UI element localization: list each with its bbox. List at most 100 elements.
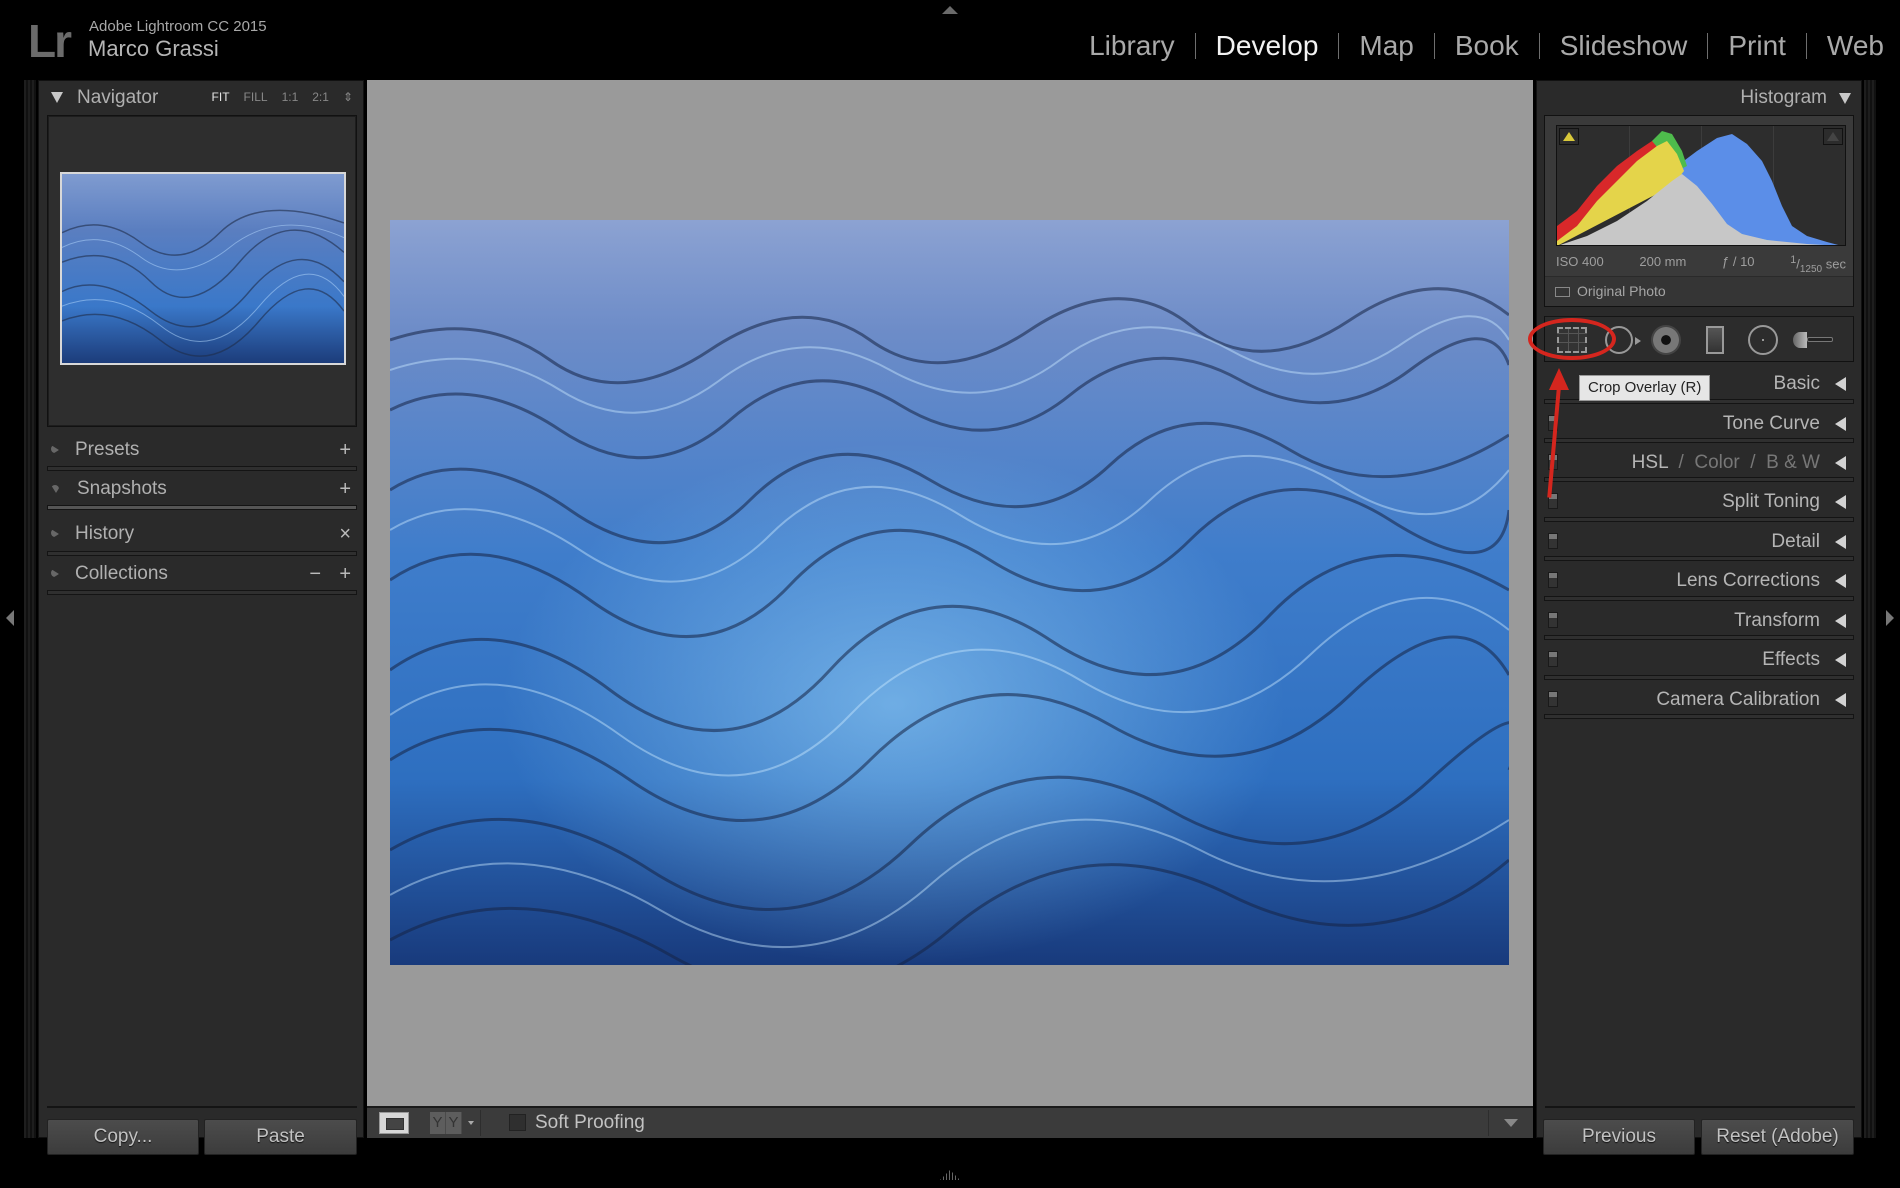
- zoom-2-1[interactable]: 2:1: [312, 90, 329, 104]
- soft-proofing-label[interactable]: Soft Proofing: [535, 1112, 645, 1134]
- brush-bristle: [1793, 332, 1807, 348]
- panel-toggle-switch[interactable]: [1548, 572, 1558, 588]
- crop-overlay-tooltip: Crop Overlay (R): [1579, 375, 1711, 401]
- transform-section[interactable]: Transform: [1544, 604, 1854, 638]
- toolbar-options-dropdown-icon[interactable]: [1504, 1119, 1518, 1127]
- module-web[interactable]: Web: [1827, 30, 1884, 62]
- loupe-view-button[interactable]: [379, 1112, 409, 1134]
- iso-value: ISO 400: [1556, 254, 1604, 269]
- module-slideshow[interactable]: Slideshow: [1560, 30, 1688, 62]
- camera-calibration-section[interactable]: Camera Calibration: [1544, 683, 1854, 717]
- left-panel-edge-handle[interactable]: [24, 80, 36, 1138]
- aperture-value: ƒ / 10: [1722, 254, 1755, 269]
- collections-label: Collections: [75, 563, 168, 584]
- section-divider: [47, 551, 357, 556]
- before-after-right: Y: [446, 1112, 462, 1134]
- module-separator: [1805, 33, 1807, 59]
- tone-curve-section[interactable]: Tone Curve: [1544, 407, 1854, 441]
- toolbar-separator: [1488, 1110, 1489, 1136]
- right-panel-edge-handle[interactable]: [1864, 80, 1876, 1138]
- hsl-tabs: HSL / Color / B & W: [1631, 452, 1820, 473]
- navigator-header[interactable]: Navigator FIT FILL 1:1 2:1 ⇕: [39, 81, 363, 114]
- copy-settings-button[interactable]: Copy...: [47, 1119, 199, 1155]
- history-section[interactable]: History ×: [47, 519, 357, 549]
- clear-history-icon[interactable]: ×: [339, 523, 351, 546]
- image-canvas[interactable]: [367, 80, 1533, 1106]
- module-book[interactable]: Book: [1455, 30, 1519, 62]
- collapse-triangle-icon: [1835, 377, 1846, 391]
- expand-triangle-icon: [51, 92, 63, 103]
- shadow-clipping-indicator[interactable]: [1559, 128, 1579, 145]
- history-label: History: [75, 523, 135, 544]
- add-snapshot-icon[interactable]: +: [339, 478, 351, 501]
- histogram-plot[interactable]: [1556, 125, 1846, 246]
- histogram-header[interactable]: Histogram: [1740, 87, 1851, 109]
- navigator-thumbnail[interactable]: [60, 172, 346, 365]
- tab-bw[interactable]: B & W: [1766, 452, 1820, 473]
- divider: [47, 1106, 357, 1108]
- before-after-button[interactable]: Y Y: [430, 1112, 462, 1134]
- panel-toggle-switch[interactable]: [1548, 651, 1558, 667]
- lightroom-logo: Lr: [28, 15, 72, 67]
- graduated-filter-tool-icon[interactable]: [1706, 326, 1724, 354]
- lens-corrections-section[interactable]: Lens Corrections: [1544, 564, 1854, 598]
- panel-toggle-switch[interactable]: [1548, 612, 1558, 628]
- split-toning-section[interactable]: Split Toning: [1544, 485, 1854, 519]
- histogram-panel: ISO 400 200 mm ƒ / 10 1/1250 sec Origina…: [1544, 115, 1854, 307]
- section-divider: [47, 466, 357, 471]
- section-divider: [1544, 556, 1854, 561]
- module-develop[interactable]: Develop: [1216, 30, 1319, 62]
- section-divider: [1544, 675, 1854, 680]
- module-library[interactable]: Library: [1089, 30, 1175, 62]
- remove-collection-icon[interactable]: −: [309, 563, 321, 586]
- before-after-dropdown-icon[interactable]: [468, 1121, 474, 1125]
- section-divider: [1544, 477, 1854, 482]
- section-divider: [1544, 714, 1854, 719]
- detail-label: Detail: [1771, 531, 1820, 552]
- expanded-triangle-icon: [51, 485, 61, 493]
- highlight-clipping-indicator[interactable]: [1823, 128, 1843, 145]
- adjustment-brush-tool-icon[interactable]: [1793, 326, 1837, 354]
- module-map[interactable]: Map: [1359, 30, 1413, 62]
- navigator-preview[interactable]: [47, 115, 357, 427]
- zoom-fill[interactable]: FILL: [244, 90, 268, 104]
- zoom-stepper-icon[interactable]: ⇕: [343, 90, 353, 104]
- presets-section[interactable]: Presets +: [47, 435, 357, 465]
- reset-button[interactable]: Reset (Adobe): [1701, 1119, 1854, 1155]
- radial-filter-tool-icon[interactable]: [1748, 325, 1778, 355]
- split-toning-label: Split Toning: [1722, 491, 1820, 512]
- add-collection-icon[interactable]: +: [339, 563, 351, 586]
- collapse-triangle-icon: [1835, 693, 1846, 707]
- tab-hsl[interactable]: HSL: [1632, 452, 1668, 473]
- filmstrip-handle-icon[interactable]: [940, 1170, 960, 1180]
- collapsed-triangle-icon: [51, 445, 59, 455]
- panel-toggle-switch[interactable]: [1548, 691, 1558, 707]
- module-separator: [1707, 33, 1709, 59]
- navigator-zoom-options: FIT FILL 1:1 2:1 ⇕: [212, 90, 353, 104]
- zoom-fit[interactable]: FIT: [212, 90, 230, 104]
- collections-section[interactable]: Collections − +: [47, 559, 357, 589]
- collapse-triangle-icon: [1835, 535, 1846, 549]
- collapse-left-panel-icon[interactable]: [6, 610, 14, 626]
- hsl-section[interactable]: HSL / Color / B & W: [1544, 446, 1854, 480]
- collapse-top-panel-icon[interactable]: [942, 6, 958, 14]
- snapshots-section[interactable]: Snapshots +: [47, 474, 357, 504]
- add-preset-icon[interactable]: +: [339, 439, 351, 462]
- module-separator: [1338, 33, 1340, 59]
- section-divider: [47, 590, 357, 595]
- zoom-1-1[interactable]: 1:1: [282, 90, 299, 104]
- module-print[interactable]: Print: [1728, 30, 1786, 62]
- previous-settings-button[interactable]: Previous: [1543, 1119, 1695, 1155]
- effects-section[interactable]: Effects: [1544, 643, 1854, 677]
- red-eye-tool-icon[interactable]: [1651, 325, 1681, 355]
- detail-section[interactable]: Detail: [1544, 525, 1854, 559]
- paste-settings-button[interactable]: Paste: [204, 1119, 357, 1155]
- tone-curve-label: Tone Curve: [1722, 413, 1820, 434]
- collapse-right-panel-icon[interactable]: [1886, 610, 1894, 626]
- main-photo[interactable]: [390, 220, 1509, 965]
- collapse-triangle-icon: [1835, 417, 1846, 431]
- panel-toggle-switch[interactable]: [1548, 533, 1558, 549]
- original-photo-row[interactable]: Original Photo: [1545, 276, 1853, 306]
- tab-color[interactable]: Color: [1694, 452, 1739, 473]
- soft-proofing-checkbox[interactable]: [509, 1114, 526, 1131]
